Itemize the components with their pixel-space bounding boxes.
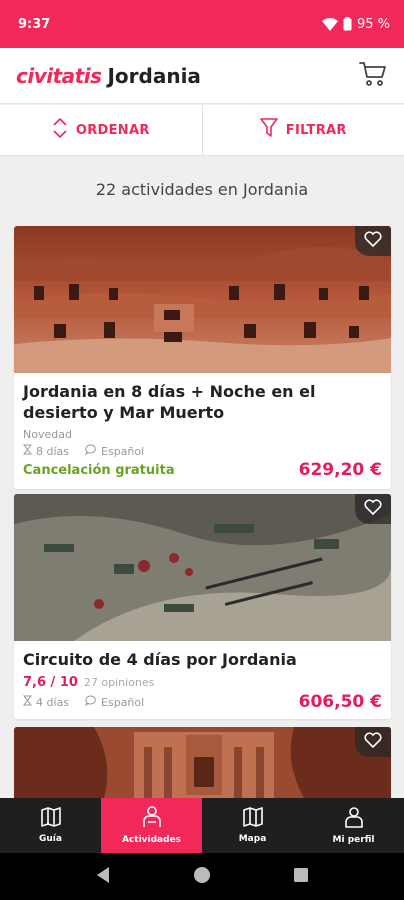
heart-icon <box>364 231 382 251</box>
favorite-button[interactable] <box>355 494 391 524</box>
cart-button[interactable] <box>358 61 388 91</box>
person-icon <box>142 806 162 831</box>
map-book-icon <box>40 807 62 830</box>
free-cancellation: Cancelación gratuita <box>23 462 175 478</box>
battery-level: 95 % <box>356 16 390 32</box>
nav-label: Mapa <box>238 834 267 844</box>
nav-guia[interactable]: Guía <box>0 798 101 853</box>
battery-icon <box>343 17 352 31</box>
speech-bubble-icon <box>84 695 97 709</box>
civitatis-logo[interactable]: civitatis <box>16 64 102 88</box>
heart-icon <box>364 732 382 752</box>
card-body: Jordania en 8 días + Noche en el desiert… <box>14 373 391 489</box>
nav-actividades[interactable]: Actividades <box>101 798 202 853</box>
map-icon <box>242 807 264 830</box>
bottom-navigation: Guía Actividades Mapa Mi perfil <box>0 798 404 853</box>
order-label: ORDENAR <box>75 122 150 138</box>
results-count: 22 actividades en Jordania <box>95 180 309 199</box>
speech-bubble-icon <box>84 444 97 458</box>
app-header: civitatis Jordania <box>0 48 404 104</box>
page-title: Jordania <box>107 63 201 88</box>
language: Español <box>101 444 145 458</box>
heart-icon <box>364 499 382 519</box>
profile-icon <box>344 806 363 831</box>
price-row: Cancelación gratuita 629,20 € <box>23 460 382 480</box>
activity-meta: 8 días Español <box>22 444 382 458</box>
system-navigation-bar <box>0 853 404 900</box>
activity-image-mosaic-map[interactable] <box>14 494 391 641</box>
price: 606,50 € <box>298 692 382 712</box>
favorite-button[interactable] <box>355 727 391 757</box>
activity-image-petra-tombs[interactable] <box>14 226 391 373</box>
card-body: Circuito de 4 días por Jordania 7,6 / 10… <box>14 641 391 719</box>
activity-title[interactable]: Circuito de 4 días por Jordania <box>23 649 382 670</box>
activity-meta: 4 días Español <box>22 695 145 709</box>
nav-mi-perfil[interactable]: Mi perfil <box>303 798 404 853</box>
funnel-icon <box>259 118 278 142</box>
filter-label: FILTRAR <box>285 122 347 138</box>
language: Español <box>101 695 145 709</box>
activity-title[interactable]: Jordania en 8 días + Noche en el desiert… <box>23 381 382 423</box>
opinions-count[interactable]: 27 opiniones <box>84 676 155 689</box>
nav-mapa[interactable]: Mapa <box>202 798 303 853</box>
activity-card[interactable] <box>14 727 391 798</box>
wifi-icon <box>321 17 338 31</box>
nav-label: Mi perfil <box>332 835 375 845</box>
price: 629,20 € <box>298 460 382 480</box>
rating: 7,6 / 10 <box>23 675 78 690</box>
activity-card[interactable]: Circuito de 4 días por Jordania 7,6 / 10… <box>14 494 391 719</box>
price-row: 4 días Español 606,50 € <box>22 692 382 712</box>
home-icon[interactable] <box>193 866 211 888</box>
back-icon[interactable] <box>95 866 111 888</box>
recents-icon[interactable] <box>293 867 309 887</box>
nav-label: Guía <box>39 834 62 844</box>
hourglass-icon <box>22 444 33 458</box>
favorite-button[interactable] <box>355 226 391 256</box>
duration: 8 días <box>36 444 70 458</box>
sort-arrows-icon <box>52 117 68 143</box>
status-bar: 9:37 95 % <box>0 0 404 48</box>
nav-label: Actividades <box>121 835 182 845</box>
filter-button[interactable]: FILTRAR <box>203 105 404 155</box>
cart-icon <box>359 61 387 91</box>
hourglass-icon <box>22 695 33 709</box>
sort-filter-bar: ORDENAR FILTRAR <box>0 105 404 156</box>
activity-image-treasury[interactable] <box>14 727 391 798</box>
status-time: 9:37 <box>18 16 51 32</box>
duration: 4 días <box>36 695 70 709</box>
order-button[interactable]: ORDENAR <box>0 105 202 155</box>
new-badge: Novedad <box>23 428 72 441</box>
activity-card[interactable]: Jordania en 8 días + Noche en el desiert… <box>14 226 391 489</box>
rating-row: 7,6 / 10 27 opiniones <box>23 675 382 690</box>
